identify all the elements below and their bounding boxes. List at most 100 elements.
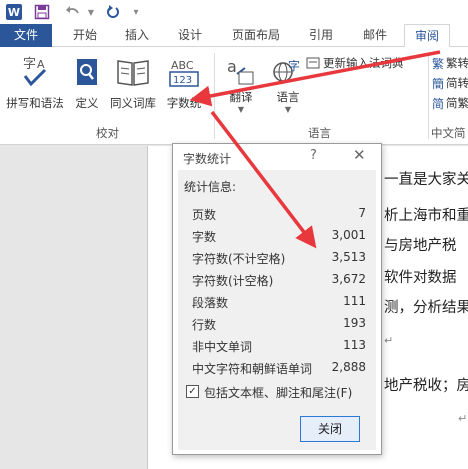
language-button[interactable]: 字 语言 ▼ — [270, 53, 306, 114]
group-separator — [214, 53, 215, 139]
tab-page-layout[interactable]: 页面布局 — [222, 24, 290, 47]
stat-row-characters-no-spaces: 字符数(不计空格) 3,513 — [192, 250, 366, 270]
traditional-convert-label: 繁转 — [446, 56, 468, 70]
help-icon[interactable]: ? — [310, 148, 317, 163]
stat-value: 111 — [343, 294, 366, 308]
stat-row-asian-characters: 中文字符和朝鲜语单词 2,888 — [192, 360, 366, 380]
include-textboxes-checkbox[interactable]: ✓ — [186, 385, 199, 398]
update-ime-icon — [306, 56, 320, 70]
stat-row-pages: 页数 7 — [192, 206, 366, 226]
simp-trad-convert-button[interactable]: 简 简繁 — [432, 93, 468, 113]
svg-text:123: 123 — [173, 75, 192, 86]
document-line: 地产税收；房 — [384, 378, 468, 394]
stat-value: 193 — [343, 316, 366, 330]
tab-file[interactable]: 文件 — [0, 24, 52, 47]
document-line: 与房地产税 — [384, 238, 457, 254]
traditional-convert-button[interactable]: 繁 繁转 — [432, 53, 468, 73]
spelling-grammar-label: 拼写和语法 — [6, 96, 64, 110]
customize-toolbar-icon[interactable]: ▾ — [130, 3, 142, 21]
stat-row-paragraphs: 段落数 111 — [192, 294, 366, 314]
chinese-group-label: 中文简 — [431, 126, 466, 140]
quick-access-toolbar: W ▼ ▾ — [0, 0, 468, 24]
document-background — [0, 146, 147, 469]
svg-text:字: 字 — [23, 57, 36, 72]
svg-text:字: 字 — [288, 58, 300, 73]
update-ime-label: 更新输入法词典 — [323, 56, 404, 70]
stat-label: 字数 — [192, 230, 217, 244]
tab-insert[interactable]: 插入 — [114, 24, 160, 47]
stat-value: 3,513 — [331, 250, 366, 264]
document-line: 析上海市和重 — [384, 208, 468, 224]
simp-trad-convert-label: 简繁 — [446, 96, 468, 110]
redo-icon[interactable] — [104, 3, 122, 21]
ribbon-tabs: 文件 开始 插入 设计 页面布局 引用 邮件 审阅 — [0, 24, 468, 48]
stat-value: 3,001 — [331, 228, 366, 242]
stat-label: 字符数(计空格) — [192, 274, 274, 288]
simp-trad-convert-icon: 简 — [432, 96, 445, 111]
simplified-convert-label: 简转 — [446, 76, 468, 90]
proofing-group-label: 校对 — [96, 126, 119, 140]
language-group-label: 语言 — [308, 126, 331, 140]
define-button[interactable]: 定义 — [72, 53, 102, 111]
stat-row-characters-with-spaces: 字符数(计空格) 3,672 — [192, 272, 366, 292]
stat-value: 2,888 — [331, 360, 366, 374]
define-label: 定义 — [75, 96, 99, 110]
close-button[interactable]: 关闭 — [300, 416, 360, 442]
stat-label: 行数 — [192, 318, 217, 332]
update-ime-button[interactable]: 更新输入法词典 — [306, 55, 418, 71]
stat-value: 113 — [343, 338, 366, 352]
paragraph-mark-icon: ↵ — [458, 412, 468, 425]
undo-icon[interactable] — [64, 3, 82, 21]
stat-label: 中文字符和朝鲜语单词 — [192, 362, 313, 376]
tab-references[interactable]: 引用 — [298, 24, 344, 47]
statistics-header: 统计信息: — [184, 180, 237, 194]
chinese-conversion-group: 繁 繁转 簡 简转 简 简繁 — [432, 53, 468, 113]
dialog-title: 字数统计 — [183, 152, 232, 166]
stat-value: 3,672 — [331, 272, 366, 286]
dialog-body: 统计信息: 页数 7 字数 3,001 字符数(不计空格) 3,513 字符数(… — [178, 170, 376, 450]
language-label: 语言 — [276, 90, 300, 104]
document-line: 一直是大家关 — [384, 172, 468, 188]
stat-row-lines: 行数 193 — [192, 316, 366, 336]
undo-dropdown-icon[interactable]: ▼ — [86, 3, 96, 21]
document-line: 测，分析结果 — [384, 300, 468, 316]
thesaurus-label: 同义词库 — [110, 96, 156, 110]
traditional-convert-icon: 繁 — [432, 56, 445, 71]
svg-text:a: a — [227, 57, 237, 76]
define-icon — [73, 53, 101, 91]
ribbon-review: 字A 拼写和语法 定义 同义词库 ABC123 字数统 校对 a 翻译 ▼ 字 — [0, 47, 468, 145]
translate-icon: a — [225, 53, 257, 89]
stat-label: 非中文单词 — [192, 340, 253, 354]
stat-row-non-asian-words: 非中文单词 113 — [192, 338, 366, 358]
svg-text:A: A — [37, 58, 45, 71]
stat-label: 页数 — [192, 208, 217, 222]
thesaurus-button[interactable]: 同义词库 — [106, 53, 160, 111]
language-dropdown-icon: ▼ — [284, 105, 292, 114]
tab-review[interactable]: 审阅 — [404, 24, 450, 48]
word-count-label: 字数统 — [166, 96, 202, 110]
translate-button[interactable]: a 翻译 ▼ — [224, 53, 258, 114]
tab-design[interactable]: 设计 — [166, 24, 214, 47]
translate-dropdown-icon: ▼ — [237, 105, 245, 114]
translate-label: 翻译 — [229, 90, 253, 104]
simplified-convert-icon: 簡 — [432, 76, 445, 91]
spelling-grammar-icon: 字A — [19, 53, 51, 91]
close-icon[interactable]: ✕ — [353, 146, 366, 164]
word-count-icon: ABC 123 — [168, 53, 200, 91]
tab-mailings[interactable]: 邮件 — [352, 24, 398, 47]
tab-home[interactable]: 开始 — [62, 24, 108, 47]
language-icon: 字 — [271, 53, 305, 89]
paragraph-mark-icon: ↵ — [384, 334, 394, 347]
stat-value: 7 — [358, 206, 366, 220]
spelling-grammar-button[interactable]: 字A 拼写和语法 — [2, 53, 68, 111]
simplified-convert-button[interactable]: 簡 简转 — [432, 73, 468, 93]
document-line: 软件对数据 — [384, 270, 457, 286]
group-separator — [428, 53, 429, 139]
word-count-button[interactable]: ABC 123 字数统 — [162, 53, 206, 111]
stat-row-words: 字数 3,001 — [192, 228, 366, 248]
save-icon[interactable] — [34, 3, 50, 21]
thesaurus-icon — [115, 53, 151, 91]
stat-label: 段落数 — [192, 296, 229, 310]
word-count-dialog: 字数统计 ? ✕ 统计信息: 页数 7 字数 3,001 字符数(不计空格) 3… — [172, 143, 382, 455]
word-logo: W — [6, 4, 22, 20]
